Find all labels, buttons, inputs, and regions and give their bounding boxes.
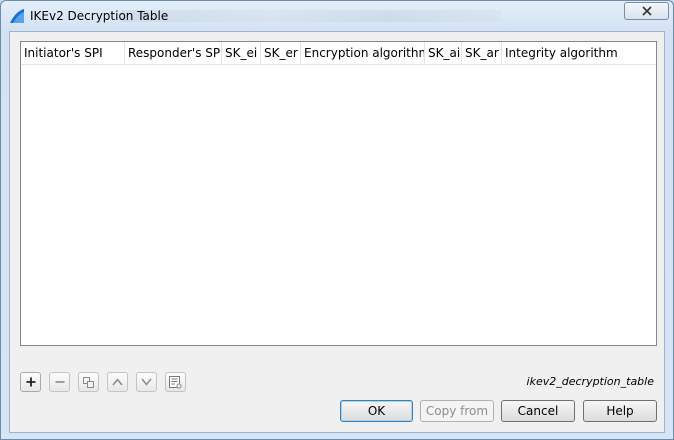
- decryption-table[interactable]: Initiator's SPI Responder's SPI SK_ei SK…: [20, 41, 657, 346]
- chevron-up-icon: [112, 378, 123, 386]
- column-header-responder-spi[interactable]: Responder's SPI: [125, 42, 222, 64]
- column-header-sk-ei[interactable]: SK_ei: [222, 42, 261, 64]
- move-down-button[interactable]: [136, 372, 157, 392]
- table-header: Initiator's SPI Responder's SPI SK_ei SK…: [21, 42, 656, 65]
- column-header-sk-ai[interactable]: SK_ai: [425, 42, 462, 64]
- column-header-integrity-algorithm[interactable]: Integrity algorithm: [502, 42, 656, 64]
- chevron-down-icon: [141, 378, 152, 386]
- close-icon: [641, 6, 652, 16]
- plus-icon: [26, 377, 35, 387]
- clear-list-button[interactable]: [165, 372, 186, 392]
- help-button[interactable]: Help: [583, 400, 657, 422]
- window-title: IKEv2 Decryption Table: [30, 9, 169, 23]
- column-header-encryption-algorithm[interactable]: Encryption algorithm: [301, 42, 425, 64]
- minus-icon: [55, 381, 64, 383]
- wireshark-fin-icon: [9, 8, 25, 24]
- uat-filename-label: ikev2_decryption_table: [526, 375, 654, 388]
- column-header-initiator-spi[interactable]: Initiator's SPI: [21, 42, 125, 64]
- clear-list-icon: [169, 375, 182, 389]
- copy-icon: [83, 376, 94, 388]
- table-body[interactable]: [21, 65, 656, 345]
- add-entry-button[interactable]: [20, 372, 41, 392]
- cancel-button[interactable]: Cancel: [501, 400, 575, 422]
- column-header-sk-ar[interactable]: SK_ar: [462, 42, 502, 64]
- copy-from-button[interactable]: Copy from: [420, 400, 494, 422]
- ok-button[interactable]: OK: [340, 400, 413, 422]
- copy-entry-button[interactable]: [78, 372, 99, 392]
- close-button[interactable]: [624, 2, 669, 20]
- column-header-sk-er[interactable]: SK_er: [261, 42, 301, 64]
- title-bar[interactable]: IKEv2 Decryption Table: [1, 1, 674, 31]
- move-up-button[interactable]: [107, 372, 128, 392]
- remove-entry-button[interactable]: [49, 372, 70, 392]
